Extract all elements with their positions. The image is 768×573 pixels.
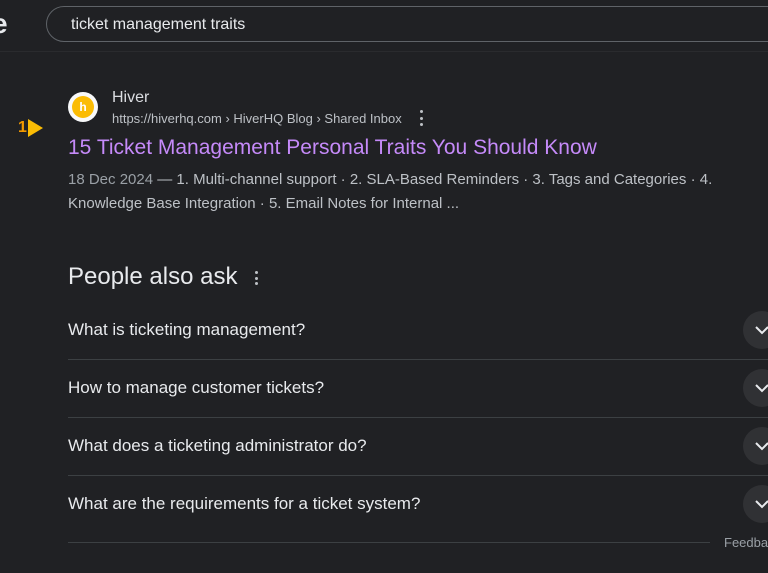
hiver-logo-icon: h bbox=[72, 96, 94, 118]
top-search-bar: e bbox=[0, 0, 768, 52]
site-url-breadcrumb[interactable]: https://hiverhq.com › HiverHQ Blog › Sha… bbox=[112, 111, 402, 126]
paa-question-text: What does a ticketing administrator do? bbox=[68, 436, 367, 455]
site-name[interactable]: Hiver bbox=[112, 89, 149, 107]
paa-more-options-icon[interactable] bbox=[250, 271, 262, 285]
paa-question-text: How to manage customer tickets? bbox=[68, 378, 325, 397]
chevron-down-icon[interactable] bbox=[743, 369, 768, 407]
chevron-down-icon[interactable] bbox=[743, 427, 768, 465]
people-also-ask-list: What is ticketing management? How to man… bbox=[68, 302, 768, 533]
people-also-ask-heading: People also ask bbox=[68, 263, 238, 290]
search-box[interactable] bbox=[46, 6, 768, 42]
site-favicon[interactable]: h bbox=[68, 92, 98, 122]
paa-question-text: What is ticketing management? bbox=[68, 320, 306, 339]
result-snippet-text: — 1. Multi-channel support · 2. SLA-Base… bbox=[68, 171, 713, 212]
feedback-divider bbox=[68, 542, 710, 543]
paa-question-2[interactable]: How to manage customer tickets? bbox=[68, 360, 768, 418]
result-date: 18 Dec 2024 bbox=[68, 171, 154, 188]
paa-question-text: What are the requirements for a ticket s… bbox=[68, 494, 421, 513]
result-snippet: 18 Dec 2024 — 1. Multi-channel support ·… bbox=[68, 168, 748, 216]
paa-question-1[interactable]: What is ticketing management? bbox=[68, 302, 768, 360]
chevron-down-icon[interactable] bbox=[743, 311, 768, 349]
feedback-link[interactable]: Feedback bbox=[724, 535, 768, 550]
search-input[interactable] bbox=[69, 14, 673, 36]
chevron-down-icon[interactable] bbox=[743, 485, 768, 523]
result-marker-number: 1 bbox=[18, 119, 27, 136]
paa-question-3[interactable]: What does a ticketing administrator do? bbox=[68, 418, 768, 476]
result-title-link[interactable]: 15 Ticket Management Personal Traits You… bbox=[68, 136, 597, 160]
paa-question-4[interactable]: What are the requirements for a ticket s… bbox=[68, 476, 768, 533]
result-marker: 1 bbox=[18, 119, 43, 137]
google-logo-fragment[interactable]: e bbox=[0, 8, 8, 40]
play-arrow-icon bbox=[27, 119, 43, 137]
more-options-icon[interactable] bbox=[415, 110, 427, 126]
